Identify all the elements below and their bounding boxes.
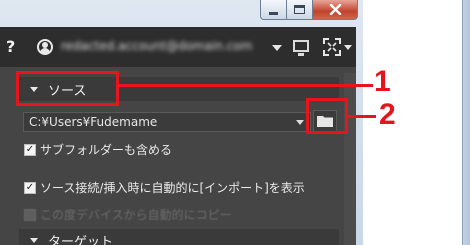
minimize-icon (269, 11, 278, 15)
callout-1-highlight (16, 71, 119, 106)
app-window: ? redacted.account@domain.com ソース C:¥Use… (0, 27, 356, 245)
checkbox-disabled (24, 208, 36, 221)
show-import-checkbox[interactable]: ✓ ソース接続/挿入時に自動的に[インポート]を表示 (24, 179, 305, 196)
show-import-label: ソース接続/挿入時に自動的に[インポート]を表示 (40, 181, 305, 195)
minimize-button[interactable] (260, 0, 287, 20)
include-subfolders-checkbox[interactable]: ✓ サブフォルダーも含める (24, 141, 172, 158)
callout-1-leader (119, 84, 373, 87)
callout-1-number: 1 (374, 65, 391, 98)
chevron-down-icon[interactable] (296, 120, 304, 125)
window-frame-edge (462, 0, 470, 245)
target-section-title: ターゲット (48, 234, 114, 245)
include-subfolders-label: サブフォルダーも含める (40, 143, 173, 157)
auto-copy-checkbox: この度デバイスから自動的にコピー (24, 206, 232, 223)
top-bar: ? redacted.account@domain.com (0, 27, 356, 67)
auto-copy-label: この度デバイスから自動的にコピー (40, 208, 232, 222)
close-icon (329, 4, 341, 15)
maximize-icon (294, 5, 305, 14)
checkbox-checked[interactable]: ✓ (24, 181, 36, 194)
callout-2-number: 2 (379, 98, 396, 131)
close-button[interactable] (313, 0, 358, 20)
user-icon[interactable] (37, 39, 53, 55)
window-controls (260, 0, 358, 22)
fullscreen-icon[interactable] (323, 38, 341, 56)
callout-2-leader (348, 115, 376, 118)
help-button[interactable]: ? (6, 37, 15, 56)
chevron-down-icon[interactable] (272, 45, 282, 51)
chevron-down-icon[interactable] (344, 45, 352, 50)
callout-2-highlight (306, 98, 348, 134)
target-section-header[interactable]: ターゲット (19, 229, 339, 245)
account-name[interactable]: redacted.account@domain.com (61, 39, 266, 55)
collapse-triangle-icon (30, 237, 38, 243)
maximize-button[interactable] (287, 0, 313, 20)
monitor-icon[interactable] (293, 40, 309, 56)
checkbox-checked[interactable]: ✓ (24, 143, 36, 156)
source-path-select[interactable]: C:¥Users¥Fudemame (23, 112, 311, 132)
